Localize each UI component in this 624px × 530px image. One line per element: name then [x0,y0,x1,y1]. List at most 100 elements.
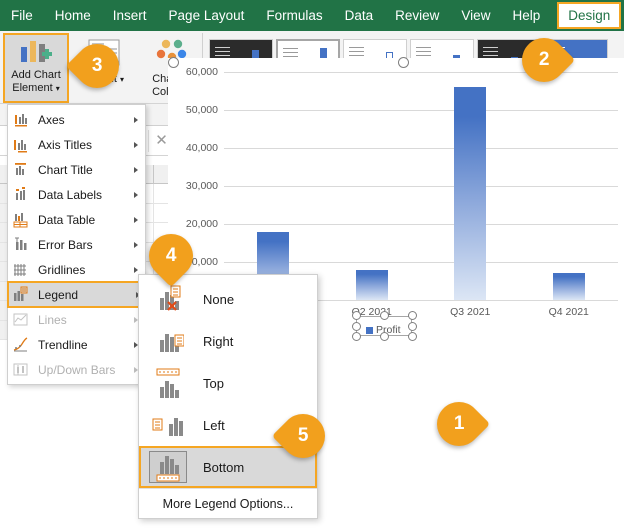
tab-design[interactable]: Design [557,2,622,29]
ace-menu-item-axis-titles[interactable]: Axis Titles [8,132,145,157]
tab-insert[interactable]: Insert [102,0,158,31]
legend-menu-item-label: Right [203,333,234,349]
chart-bar[interactable] [355,269,388,300]
chart-bar[interactable] [552,273,585,300]
ace-menu-item-gridlines[interactable]: Gridlines [8,257,145,282]
ace-line2-wrap: Element ▾ [11,82,61,96]
callout-1-number: 1 [453,412,465,434]
submenu-arrow-icon [134,141,138,148]
tab-file[interactable]: File [0,0,44,31]
legend-submenu-items: None Right Top Left Bottom [139,278,317,488]
chart-x-tick-label: Q3 2021 [450,306,491,318]
ace-menu-item-chart-title[interactable]: Chart Title [8,157,145,182]
ace-line1: Add Chart [11,69,61,81]
gridlines-icon [12,261,30,278]
tab-data[interactable]: Data [334,0,385,31]
chart-y-tick-label: 40,000 [185,142,218,154]
chart-y-tick-label: 20,000 [185,218,218,230]
ace-menu-item-label: Axis Titles [38,137,93,152]
chart-y-tick-label: 60,000 [185,66,218,78]
ace-menu-item-label: Chart Title [38,162,93,177]
submenu-arrow-icon [134,116,138,123]
legend-right-icon [149,325,187,357]
chart-gridline [224,110,618,111]
legend-menu-item-label: None [203,291,235,307]
legend-selection-handles [352,310,417,342]
legend-submenu[interactable]: None Right Top Left Bottom More Legend Optio… [138,274,318,519]
legend-handle-br[interactable] [408,332,417,341]
ace-menu-item-trendline[interactable]: Trendline [8,332,145,357]
callout-4-number: 4 [165,244,177,266]
ace-menu-item-label: Error Bars [38,237,93,252]
chart-gridline [224,148,618,149]
submenu-arrow-icon [134,191,138,198]
tab-home[interactable]: Home [44,0,102,31]
legend-top-icon [149,367,187,399]
tab-page-layout[interactable]: Page Layout [158,0,256,31]
legend-menu-item-label: Bottom [203,459,245,475]
ace-menu-item-label: Data Table [38,212,96,227]
ace-menu-item-error-bars[interactable]: Error Bars [8,232,145,257]
legend-handle-mr[interactable] [408,322,417,331]
error-bars-icon [12,236,30,253]
ace-menu-item-label: Data Labels [38,187,103,202]
legend-left-icon [149,409,187,441]
add-chart-element-menu[interactable]: Axes Axis Titles Chart Title Data Labels Dat… [7,104,146,385]
chart-handle-top-center[interactable] [398,57,409,68]
trendline-icon [12,336,30,353]
chart-gridline [224,186,618,187]
legend-handle-bl[interactable] [352,332,361,341]
legend-menu-item-label: Left [203,417,225,433]
add-chart-element-label: Add Chart Element ▾ [11,69,61,95]
chart-y-tick-label: 50,000 [185,104,218,116]
add-chart-element-button[interactable]: Add Chart Element ▾ [3,33,69,103]
chart-x-tick-label: Q4 2021 [548,306,589,318]
chart-title-icon [12,161,30,178]
legend-handle-tr[interactable] [408,311,417,320]
axes-icon [12,111,30,128]
legend-menu-item-none[interactable]: None [139,278,317,320]
legend-handle-bc[interactable] [380,332,389,341]
ace-menu-item-axes[interactable]: Axes [8,107,145,132]
legend-handle-tl[interactable] [352,311,361,320]
data-labels-icon [12,186,30,203]
submenu-arrow-icon [134,266,138,273]
chevron-down-icon[interactable]: ▾ [56,84,60,93]
chart-gridline [224,224,618,225]
tab-view[interactable]: View [450,0,501,31]
legend-bottom-icon [149,451,187,483]
ace-menu-item-label: Gridlines [38,262,86,277]
legend-none-icon [149,283,187,315]
chart-y-tick-label: 30,000 [185,180,218,192]
data-table-icon [12,211,30,228]
submenu-arrow-icon [134,166,138,173]
tab-formulas[interactable]: Formulas [255,0,333,31]
ace-menu-item-data-table[interactable]: Data Table [8,207,145,232]
axis-titles-icon [12,136,30,153]
ace-menu-item-lines: Lines [8,307,145,332]
callout-2-number: 2 [538,48,550,70]
submenu-arrow-icon [134,216,138,223]
legend-handle-ml[interactable] [352,322,361,331]
chart-plot-area: 60,00050,00040,00030,00020,00010,0000 [186,66,618,306]
tab-review[interactable]: Review [384,0,450,31]
more-legend-options-item[interactable]: More Legend Options... [139,488,317,518]
ace-menu-item-up-down-bars: Up/Down Bars [8,357,145,382]
submenu-arrow-icon [134,241,138,248]
chart-handle-top-left[interactable] [168,57,179,68]
ace-menu-item-data-labels[interactable]: Data Labels [8,182,145,207]
ace-menu-item-legend[interactable]: Legend [7,281,146,308]
chart-bar[interactable] [454,87,486,300]
legend-menu-item-right[interactable]: Right [139,320,317,362]
legend-handle-tc[interactable] [380,311,389,320]
ace-line2: Element [12,81,53,94]
legend-menu-item-label: Top [203,375,224,391]
updown-bars-icon [12,361,30,378]
callout-5-number: 5 [297,424,309,446]
chevron-down-icon[interactable]: ▾ [120,75,124,84]
lines-icon [12,311,30,328]
ace-menu-item-label: Lines [38,312,67,327]
tab-help[interactable]: Help [501,0,551,31]
ace-menu-item-label: Trendline [38,337,88,352]
legend-menu-item-top[interactable]: Top [139,362,317,404]
